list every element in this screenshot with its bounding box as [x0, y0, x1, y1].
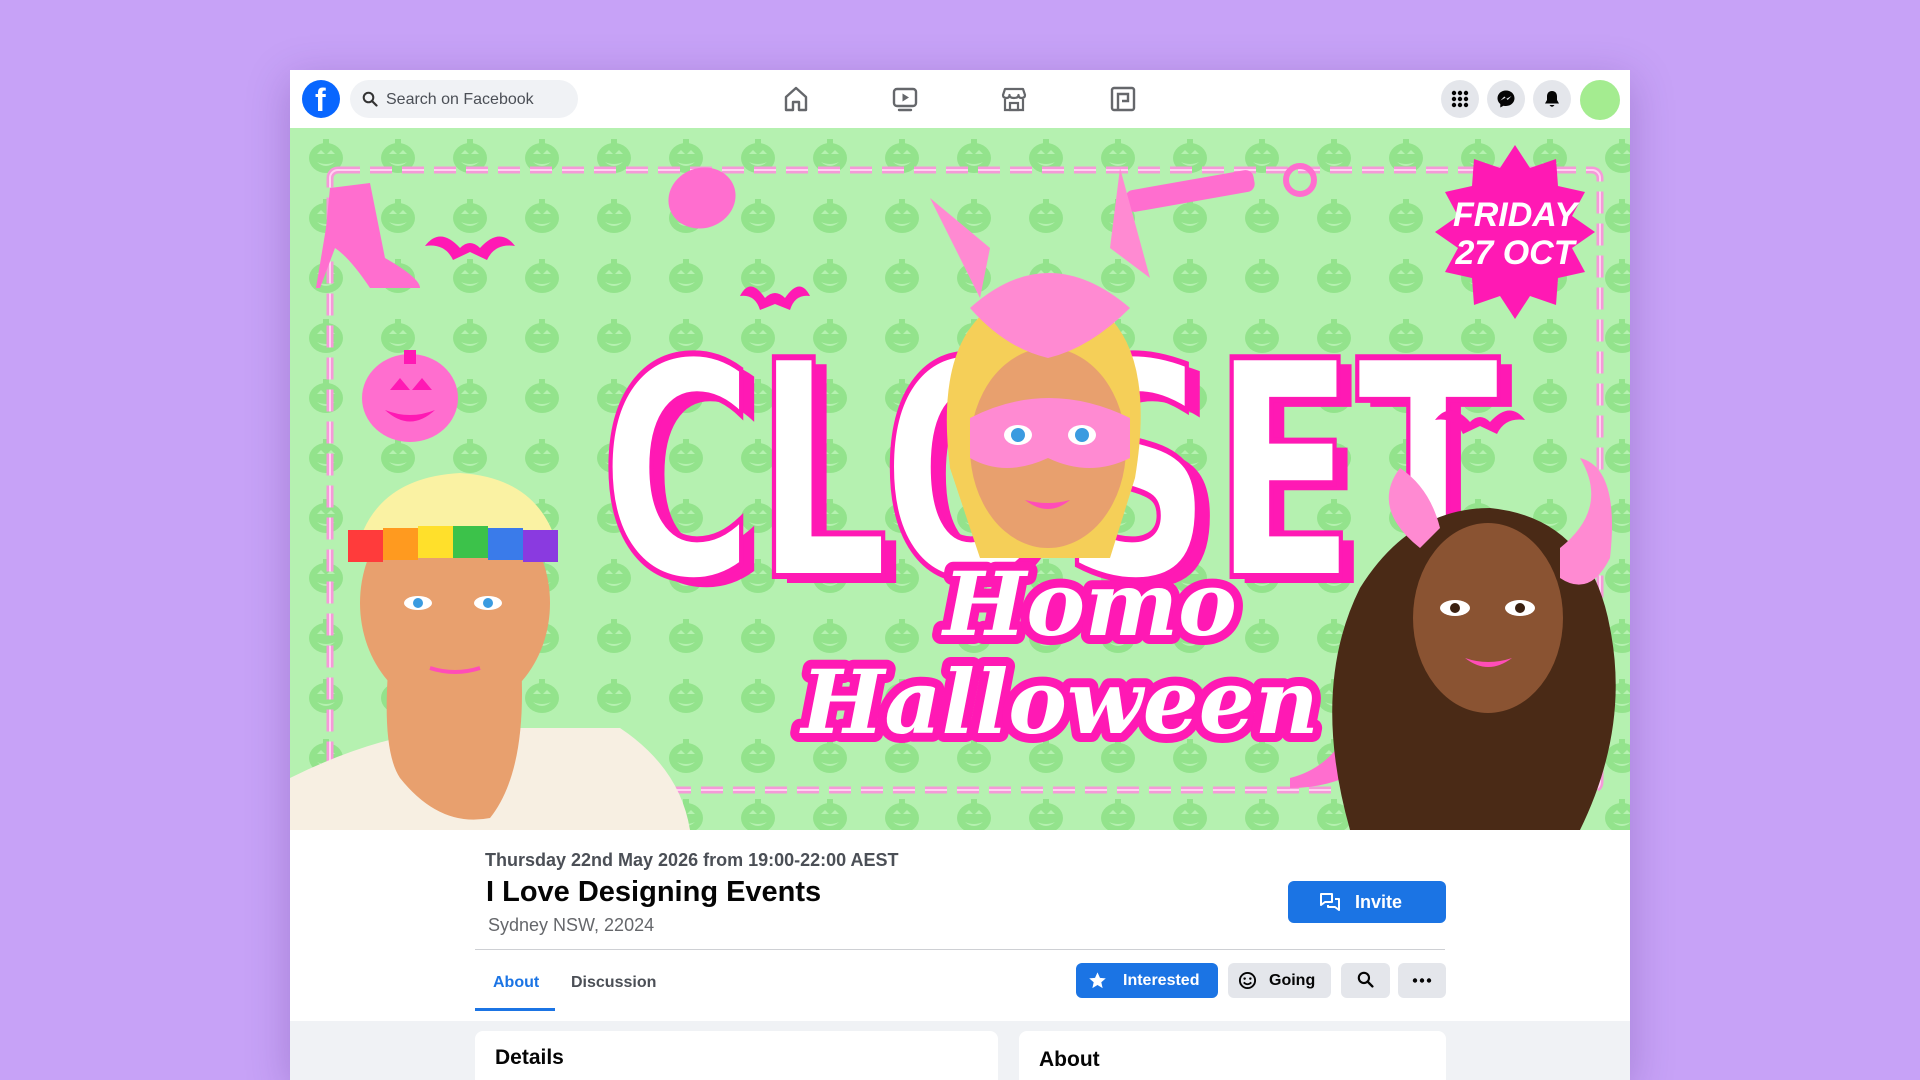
star-icon: [1089, 972, 1106, 989]
event-title: I Love Designing Events: [486, 876, 822, 908]
invite-icon: [1320, 893, 1340, 911]
invite-button[interactable]: Invite: [1288, 881, 1446, 923]
tab-discussion[interactable]: Discussion: [571, 974, 656, 992]
event-cover-image: FRIDAY 27 OCT CLOSET CLOSET: [290, 128, 1630, 830]
gaming-icon[interactable]: [1108, 84, 1138, 114]
more-options-button[interactable]: [1398, 963, 1446, 998]
details-title: Details: [495, 1046, 564, 1069]
more-dots-icon: [1412, 978, 1432, 983]
search-icon: [1357, 971, 1374, 988]
about-title: About: [1039, 1048, 1100, 1071]
watch-icon[interactable]: [890, 84, 920, 114]
subtitle-line2-text: Halloween: [798, 650, 1318, 754]
badge-date-text: 27 OCT: [1454, 234, 1577, 272]
smiley-icon: [1238, 971, 1257, 990]
notifications-icon: [1545, 91, 1559, 107]
cover-artwork: FRIDAY 27 OCT CLOSET CLOSET: [290, 128, 1630, 830]
top-navigation: f: [290, 70, 1630, 128]
messenger-icon: [1497, 90, 1515, 108]
going-button[interactable]: Going: [1228, 963, 1331, 998]
details-card: Details: [475, 1031, 998, 1080]
interested-label: Interested: [1123, 972, 1200, 989]
messenger-button[interactable]: [1487, 80, 1525, 118]
about-card: About: [1019, 1031, 1446, 1080]
search-box[interactable]: [350, 80, 578, 120]
search-icon: [362, 91, 378, 107]
menu-grid-icon: [1451, 90, 1469, 108]
event-date: Thursday 22nd May 2026 from 19:00-22:00 …: [485, 850, 899, 870]
event-location[interactable]: Sydney NSW, 22024: [488, 915, 654, 936]
going-label: Going: [1269, 972, 1316, 989]
browser-window: f Search on Facebook FRIDAY 27 OCT Homo …: [290, 70, 1630, 1080]
home-icon[interactable]: [781, 84, 811, 114]
header-divider: [475, 949, 1445, 950]
menu-button[interactable]: [1441, 80, 1479, 118]
marketplace-icon[interactable]: [999, 84, 1029, 114]
search-input[interactable]: [384, 80, 573, 120]
subtitle-line1-text: Homo: [940, 552, 1237, 656]
badge-day-text: FRIDAY: [1453, 196, 1580, 234]
tab-about[interactable]: About: [493, 974, 539, 992]
interested-button[interactable]: Interested: [1076, 963, 1218, 998]
search-event-button[interactable]: [1341, 963, 1390, 998]
invite-label: Invite: [1355, 892, 1403, 912]
facebook-logo-icon[interactable]: f: [302, 80, 340, 118]
profile-avatar[interactable]: [1580, 80, 1620, 120]
notifications-button[interactable]: [1533, 80, 1571, 118]
active-tab-indicator: [475, 1008, 555, 1011]
